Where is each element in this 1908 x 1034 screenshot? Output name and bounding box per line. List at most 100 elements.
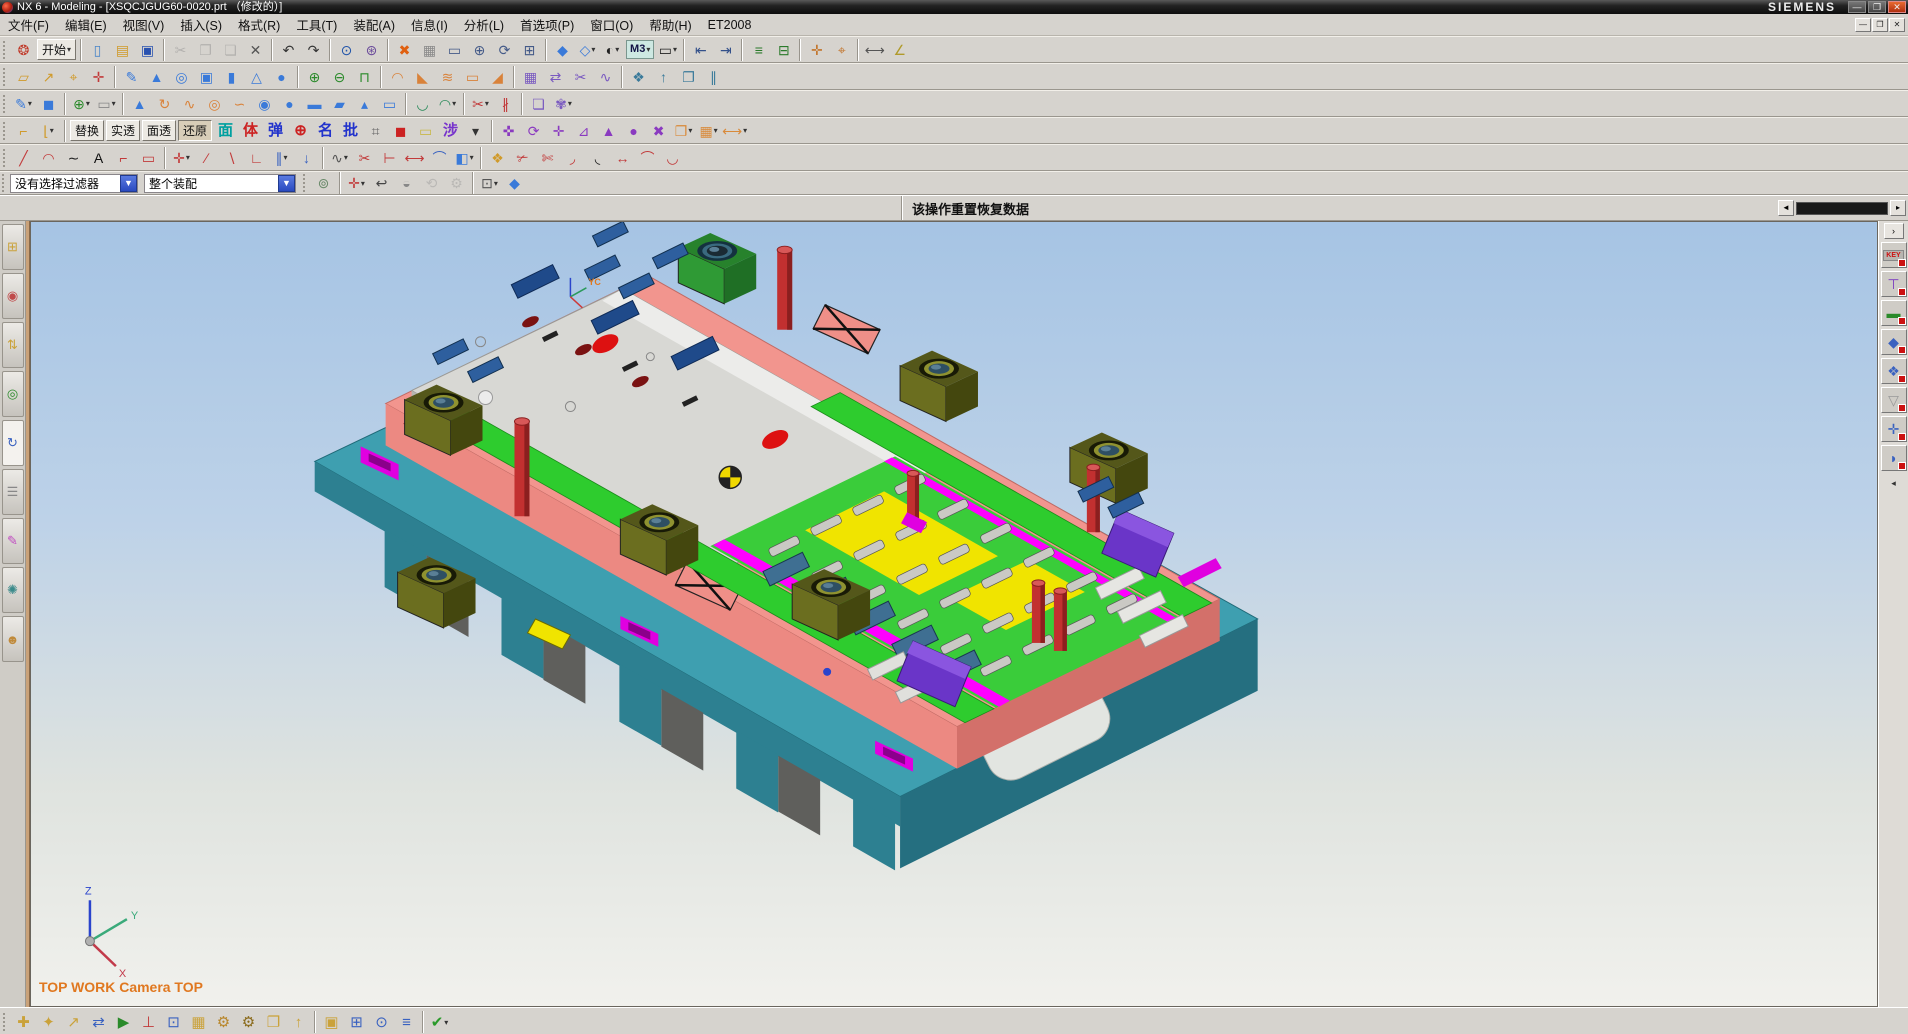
explode-view-icon[interactable]: ↑ bbox=[287, 1011, 310, 1034]
gallery-tab[interactable]: ✺ bbox=[2, 567, 24, 613]
blend-curve-icon[interactable]: ◡ bbox=[661, 146, 684, 169]
toolbar-grip[interactable] bbox=[3, 122, 8, 140]
toolbar-grip[interactable] bbox=[3, 68, 8, 86]
palette-part-plate[interactable]: ◆ bbox=[1881, 329, 1907, 355]
nx-swirl-icon[interactable]: ❂ bbox=[12, 38, 35, 61]
minimize-button[interactable]: — bbox=[1848, 1, 1866, 13]
interference-button[interactable]: 涉 bbox=[439, 119, 462, 142]
surface-tool-icon-dropdown[interactable]: ▾ bbox=[470, 153, 474, 162]
move-component-bottom-icon[interactable]: ↗ bbox=[62, 1011, 85, 1034]
wave-link-icon[interactable]: ❖ bbox=[627, 65, 650, 88]
orient-view-icon-dropdown[interactable]: ▾ bbox=[591, 45, 595, 54]
orient-view-icon[interactable]: ◇▾ bbox=[576, 38, 599, 61]
split-body-icon[interactable]: ∦ bbox=[494, 92, 517, 115]
restore-button[interactable]: ❐ bbox=[1868, 1, 1886, 13]
m3-view-chip[interactable]: M3▾ bbox=[626, 40, 654, 59]
direct-sketch-icon[interactable]: ✎▾ bbox=[12, 92, 35, 115]
toolbar-grip[interactable] bbox=[3, 149, 8, 167]
toolbar-grip[interactable] bbox=[2, 174, 7, 192]
menu-item-t[interactable]: 工具(T) bbox=[288, 13, 345, 36]
keyway-feature-icon-dropdown[interactable]: ▾ bbox=[452, 99, 456, 108]
block-icon[interactable]: ▣ bbox=[195, 65, 218, 88]
body-display-button[interactable]: 体 bbox=[239, 119, 262, 142]
unite-icon[interactable]: ⊕ bbox=[303, 65, 326, 88]
wcs-orient-icon[interactable]: ⌖ bbox=[830, 38, 853, 61]
toolbar-grip[interactable] bbox=[303, 174, 308, 192]
slot-feature-icon[interactable]: ▭ bbox=[378, 92, 401, 115]
palette-part-elbow[interactable]: ◗ bbox=[1881, 445, 1907, 471]
palette-collapse-button[interactable]: › bbox=[1884, 223, 1904, 239]
pocket-feature-icon[interactable]: ▬ bbox=[303, 92, 326, 115]
make-corner-icon[interactable]: ∟ bbox=[245, 146, 268, 169]
replace-display-button[interactable]: 替换 bbox=[70, 120, 104, 141]
solid-cube-icon[interactable]: ◼ bbox=[389, 119, 412, 142]
component-spacing-icon-dropdown[interactable]: ▾ bbox=[743, 126, 747, 135]
menu-item-o[interactable]: 窗口(O) bbox=[582, 13, 641, 36]
structure-info-icon[interactable]: ≡ bbox=[395, 1011, 418, 1034]
boolean-icon[interactable]: ⊕▾ bbox=[70, 92, 93, 115]
delete-icon[interactable]: ✕ bbox=[244, 38, 267, 61]
freeform-icon-dropdown[interactable]: ▾ bbox=[568, 99, 572, 108]
start-menu-button-dropdown[interactable]: ▾ bbox=[67, 45, 71, 54]
history-tab[interactable]: ↻ bbox=[2, 420, 24, 466]
undo-icon[interactable]: ↶ bbox=[277, 38, 300, 61]
menu-item-r[interactable]: 格式(R) bbox=[230, 13, 288, 36]
measure-distance-icon[interactable]: ⟷ bbox=[863, 38, 886, 61]
face-display-button[interactable]: 面 bbox=[214, 119, 237, 142]
thread-icon[interactable]: ≋ bbox=[436, 65, 459, 88]
palette-part-tpost[interactable]: ⊤ bbox=[1881, 271, 1907, 297]
spring-cylinder[interactable] bbox=[777, 246, 792, 330]
product-outline-icon[interactable]: ▣ bbox=[320, 1011, 343, 1034]
highlight-sphere-icon[interactable]: ◒ bbox=[395, 172, 418, 195]
menu-item-e[interactable]: 编辑(E) bbox=[57, 13, 115, 36]
chevron-down-icon[interactable]: ▼ bbox=[120, 175, 137, 192]
point-icon[interactable]: ✛ bbox=[87, 65, 110, 88]
name-display-button[interactable]: 名 bbox=[314, 119, 337, 142]
edit-component-icon[interactable]: ⚙ bbox=[212, 1011, 235, 1034]
menu-item-p[interactable]: 首选项(P) bbox=[512, 13, 582, 36]
palette-part-block[interactable]: ▬ bbox=[1881, 300, 1907, 326]
extract-body-icon[interactable]: ❐ bbox=[677, 65, 700, 88]
extrude-icon[interactable]: ▲ bbox=[145, 65, 168, 88]
trim-feature-icon-dropdown[interactable]: ▾ bbox=[485, 99, 489, 108]
start-menu-button[interactable]: 开始▾ bbox=[37, 39, 76, 60]
spring-display-button[interactable]: 弹 bbox=[264, 119, 287, 142]
align-component-icon[interactable]: ⊿ bbox=[572, 119, 595, 142]
guide-post-block-green[interactable] bbox=[678, 233, 756, 304]
restore-display-button[interactable]: 还原 bbox=[178, 120, 212, 141]
rotate-component-icon[interactable]: ⟳ bbox=[522, 119, 545, 142]
section-view-icon[interactable]: ⌐ bbox=[12, 119, 35, 142]
system-materials-tab[interactable]: ☰ bbox=[2, 469, 24, 515]
assemble-component-icon[interactable]: ▲ bbox=[597, 119, 620, 142]
screen-capture-icon[interactable]: ▦ bbox=[418, 38, 441, 61]
palette-scroll-up-icon[interactable]: ◂ bbox=[1891, 478, 1896, 489]
wcs-display-icon[interactable]: ✛ bbox=[805, 38, 828, 61]
rectangle-icon[interactable]: ▭ bbox=[137, 146, 160, 169]
curve-fillet-icon[interactable]: ◞ bbox=[561, 146, 584, 169]
shell-icon[interactable]: ▭ bbox=[461, 65, 484, 88]
3d-model-canvas[interactable]: 15270KG bbox=[31, 222, 1877, 1006]
window-cascade-icon[interactable]: ⇤ bbox=[689, 38, 712, 61]
datum-csys-icon[interactable]: ⌖ bbox=[62, 65, 85, 88]
text-curve-icon[interactable]: A bbox=[87, 146, 110, 169]
pattern-component-bottom-icon[interactable]: ▦ bbox=[187, 1011, 210, 1034]
shaded-display-icon[interactable]: ◆ bbox=[551, 38, 574, 61]
menu-item-i[interactable]: 信息(I) bbox=[403, 13, 456, 36]
zoom-area-icon[interactable]: ▭ bbox=[443, 38, 466, 61]
extend-curve-icon[interactable]: ✄ bbox=[536, 146, 559, 169]
menu-item-a[interactable]: 装配(A) bbox=[345, 13, 403, 36]
fillet-corner-icon[interactable]: ⌐ bbox=[112, 146, 135, 169]
bridge-curve-icon[interactable]: ⌒ bbox=[636, 146, 659, 169]
pattern-feature-icon[interactable]: ▦ bbox=[519, 65, 542, 88]
groove-feature-icon[interactable]: ◡ bbox=[411, 92, 434, 115]
line-icon[interactable]: ╱ bbox=[12, 146, 35, 169]
stretch-curve-icon[interactable]: ↔ bbox=[611, 146, 634, 169]
surface-tool-icon[interactable]: ◧▾ bbox=[453, 146, 476, 169]
save-file-icon[interactable]: ▣ bbox=[136, 38, 159, 61]
visualization-tab[interactable]: ✎ bbox=[2, 518, 24, 564]
toolbar-grip[interactable] bbox=[3, 95, 8, 113]
perpendicular-constraint-icon[interactable]: ⊥ bbox=[137, 1011, 160, 1034]
component-spacing-icon[interactable]: ⟷▾ bbox=[722, 119, 747, 142]
add-component-icon[interactable]: ✚ bbox=[12, 1011, 35, 1034]
trim-body-icon[interactable]: ✂ bbox=[569, 65, 592, 88]
